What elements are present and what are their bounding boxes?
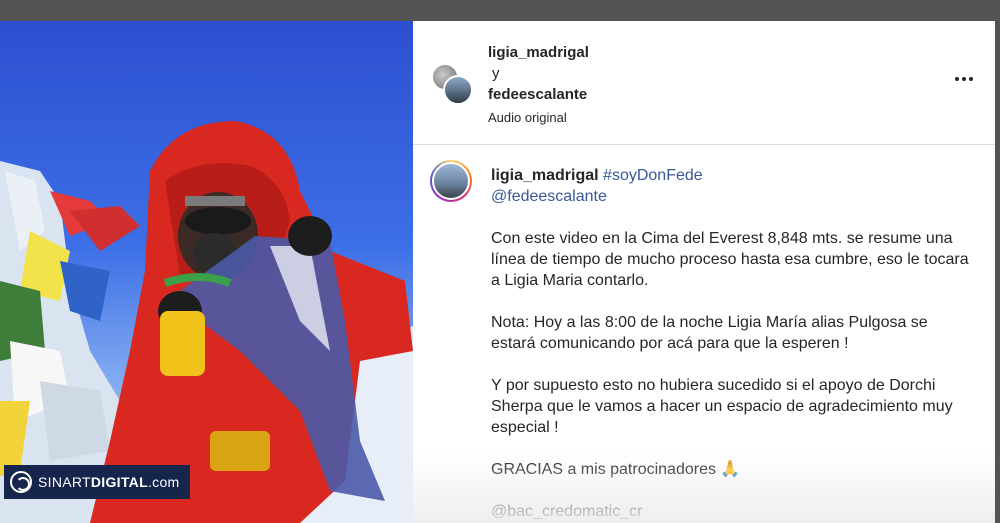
caption-paragraph: GRACIAS a mis patrocinadores 🙏 [491,461,741,478]
caption-paragraph: Con este video en la Cima del Everest 8,… [491,230,969,289]
sinart-watermark: SINARTDIGITAL.com [4,465,190,499]
conjunction-text: y [492,65,500,82]
video-frame[interactable]: SINARTDIGITAL.com [0,21,413,523]
more-options-icon[interactable] [955,77,973,81]
audio-link[interactable]: Audio original [488,107,589,128]
post-panel: ligia_madrigal y fedeescalante Audio ori… [413,21,995,523]
caption-text: ligia_madrigal #soyDonFede @fedeescalant… [491,165,971,523]
caption-username-link[interactable]: ligia_madrigal [491,167,599,184]
sponsor-mention-link[interactable]: @bac_credomatic_cr [491,501,971,522]
username-ligia-link[interactable]: ligia_madrigal [488,42,589,63]
caption-paragraph: Nota: Hoy a las 8:00 de la noche Ligia M… [491,314,928,352]
collab-avatars[interactable] [431,63,473,105]
hashtag-link[interactable]: #soyDonFede [603,167,703,184]
mention-link[interactable]: @fedeescalante [491,188,607,205]
caption-paragraph: Y por supuesto esto no hubiera sucedido … [491,377,953,436]
post-header: ligia_madrigal y fedeescalante Audio ori… [413,21,995,145]
summit-photo [0,121,413,523]
avatar-fede[interactable] [443,75,473,105]
collab-names: ligia_madrigal y fedeescalante Audio ori… [488,42,589,128]
sinart-logo-icon [10,471,32,493]
username-fede-link[interactable]: fedeescalante [488,84,589,105]
caption-avatar[interactable] [430,160,472,202]
